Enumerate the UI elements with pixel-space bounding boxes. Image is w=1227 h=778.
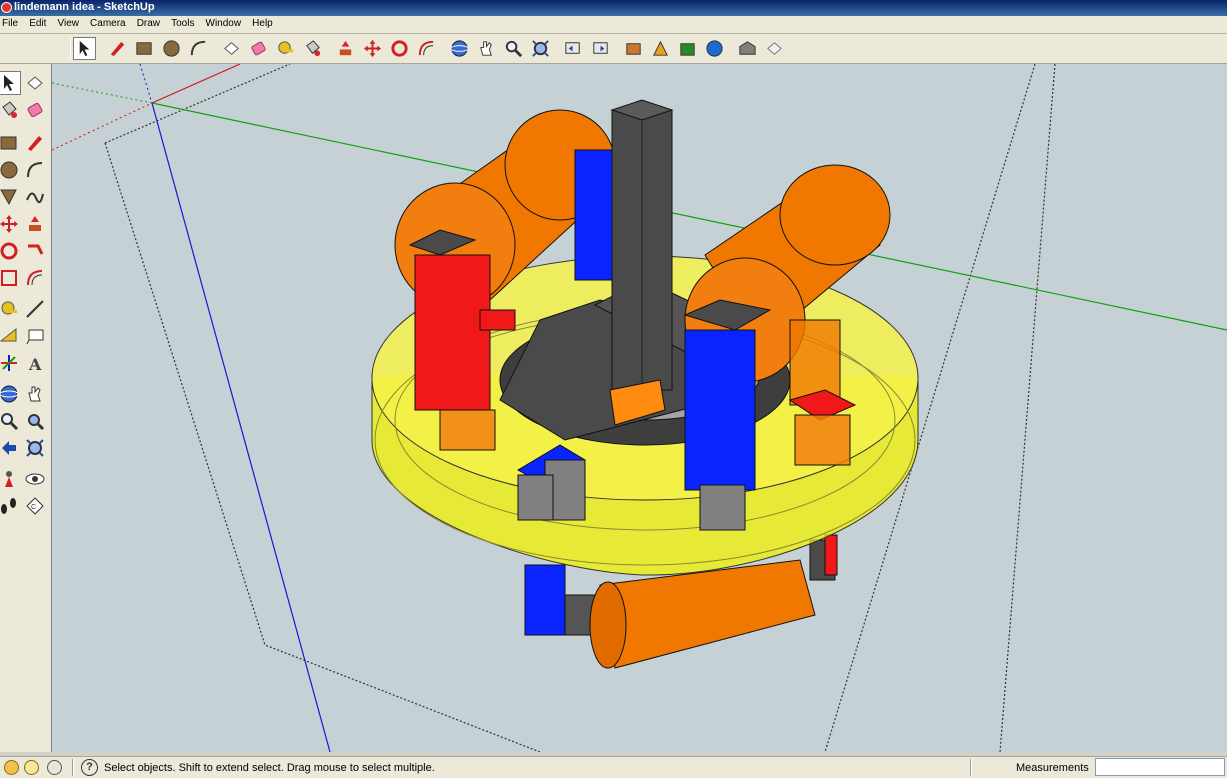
green-axis-dotted	[52, 82, 153, 104]
push-pull-icon[interactable]	[335, 38, 356, 59]
make-component-icon[interactable]	[221, 38, 242, 59]
arc-icon[interactable]	[188, 38, 209, 59]
pan-icon[interactable]	[476, 38, 497, 59]
3d-model-scene[interactable]	[52, 64, 1227, 752]
drawing-viewport[interactable]	[52, 64, 1227, 752]
menu-camera[interactable]: Camera	[86, 16, 130, 29]
move-icon[interactable]	[0, 213, 20, 235]
zoom-icon[interactable]	[503, 38, 524, 59]
dimension-icon[interactable]	[24, 298, 46, 320]
protractor-icon[interactable]	[0, 325, 20, 347]
extension-icon[interactable]	[764, 38, 785, 59]
menu-tools[interactable]: Tools	[167, 16, 198, 29]
share-model-icon[interactable]	[650, 38, 671, 59]
svg-text:A: A	[28, 355, 42, 374]
zoom-extents-icon[interactable]	[24, 437, 46, 459]
svg-text:C: C	[31, 504, 36, 511]
status-separator	[72, 759, 74, 776]
main-toolbar	[0, 34, 1227, 64]
help-icon[interactable]: ?	[81, 759, 98, 776]
red-axis-dotted	[52, 102, 153, 151]
arc-icon[interactable]	[24, 159, 46, 181]
next-view-icon[interactable]	[590, 38, 611, 59]
eraser-icon[interactable]	[248, 38, 269, 59]
menu-help[interactable]: Help	[248, 16, 277, 29]
menu-file[interactable]: File	[0, 16, 22, 29]
zoom-extents-icon[interactable]	[530, 38, 551, 59]
section-plane-icon[interactable]: C	[24, 495, 46, 517]
rotate-icon[interactable]	[389, 38, 410, 59]
3d-text-icon[interactable]: A	[24, 352, 46, 374]
credits-icon[interactable]	[24, 760, 39, 775]
menu-view[interactable]: View	[53, 16, 83, 29]
offset-icon[interactable]	[24, 267, 46, 289]
tape-measure-icon[interactable]	[0, 298, 20, 320]
previous-view-icon[interactable]	[563, 38, 584, 59]
offset-icon[interactable]	[416, 38, 437, 59]
red-axis	[151, 64, 241, 104]
pencil-icon[interactable]	[107, 38, 128, 59]
get-models-icon[interactable]	[623, 38, 644, 59]
freehand-icon[interactable]	[24, 186, 46, 208]
rotate-icon[interactable]	[0, 240, 20, 262]
menu-draw[interactable]: Draw	[133, 16, 164, 29]
circle-icon[interactable]	[0, 159, 20, 181]
measurements-label: Measurements	[1016, 762, 1089, 774]
position-camera-icon[interactable]	[0, 468, 20, 490]
orbit-icon[interactable]	[0, 383, 20, 405]
status-separator-2	[970, 759, 972, 776]
push-pull-icon[interactable]	[24, 213, 46, 235]
title-bar: lindemann idea - SketchUp	[0, 0, 1227, 16]
look-around-icon[interactable]	[24, 468, 46, 490]
zoom-window-icon[interactable]	[24, 410, 46, 432]
select-icon[interactable]	[73, 37, 96, 60]
dotted-frame-top	[104, 64, 291, 144]
paint-bucket-icon[interactable]	[302, 38, 323, 59]
circle-icon[interactable]	[161, 38, 182, 59]
eraser-icon[interactable]	[24, 99, 46, 121]
follow-me-icon[interactable]	[24, 240, 46, 262]
menu-edit[interactable]: Edit	[25, 16, 50, 29]
polygon-icon[interactable]	[0, 186, 20, 208]
left-toolbar: AC	[0, 64, 52, 752]
geo-location-icon[interactable]	[4, 760, 19, 775]
scale-icon[interactable]	[0, 267, 20, 289]
paint-bucket-icon[interactable]	[0, 99, 20, 121]
status-bar: ? Select objects. Shift to extend select…	[0, 756, 1227, 778]
move-icon[interactable]	[362, 38, 383, 59]
rectangle-icon[interactable]	[134, 38, 155, 59]
line-icon[interactable]	[24, 132, 46, 154]
window-title: lindemann idea - SketchUp	[14, 1, 155, 13]
dotted-frame-right2	[999, 64, 1056, 752]
previous-icon[interactable]	[0, 437, 20, 459]
status-message: Select objects. Shift to extend select. …	[104, 762, 435, 774]
menu-bar: File Edit View Camera Draw Tools Window …	[0, 16, 1227, 34]
sketchup-app-icon	[1, 2, 12, 13]
orbit-icon[interactable]	[449, 38, 470, 59]
measurements-input[interactable]	[1095, 758, 1225, 776]
axes-icon[interactable]	[0, 352, 20, 374]
3d-warehouse-icon[interactable]	[737, 38, 758, 59]
select-icon[interactable]	[0, 71, 21, 95]
user-icon[interactable]	[47, 760, 62, 775]
pan-icon[interactable]	[24, 383, 46, 405]
share-component-icon[interactable]	[677, 38, 698, 59]
walk-icon[interactable]	[0, 495, 20, 517]
blue-axis	[151, 102, 331, 752]
blue-axis-dotted	[139, 64, 153, 104]
tape-measure-icon[interactable]	[275, 38, 296, 59]
make-component-icon[interactable]	[24, 72, 46, 94]
zoom-icon[interactable]	[0, 410, 20, 432]
get-photo-texture-icon[interactable]	[704, 38, 725, 59]
rectangle-icon[interactable]	[0, 132, 20, 154]
menu-window[interactable]: Window	[202, 16, 246, 29]
text-icon[interactable]	[24, 325, 46, 347]
